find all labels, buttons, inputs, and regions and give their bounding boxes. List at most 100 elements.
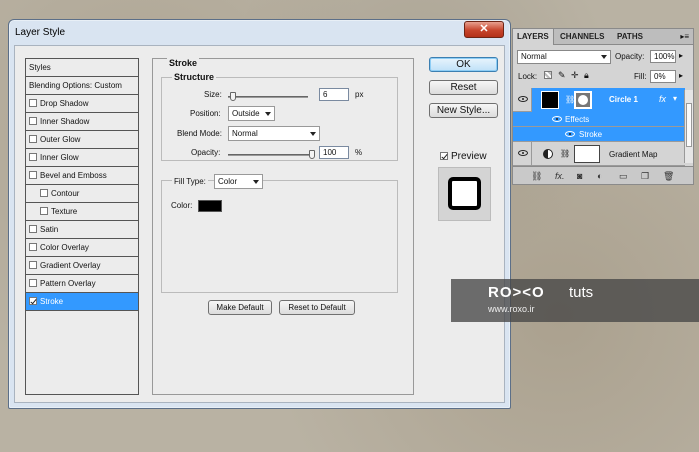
ok-button[interactable]: OK bbox=[429, 57, 498, 72]
tab-channels[interactable]: CHANNELS bbox=[556, 29, 608, 45]
style-checkbox[interactable] bbox=[29, 225, 37, 233]
style-item-pattern-overlay[interactable]: Pattern Overlay bbox=[26, 275, 138, 293]
new-group-icon[interactable]: ▭ bbox=[619, 171, 628, 182]
lock-all-icon[interactable]: 🔒︎ bbox=[584, 70, 589, 81]
make-default-button[interactable]: Make Default bbox=[208, 300, 272, 315]
lock-pixels-icon[interactable]: ✎ bbox=[558, 70, 566, 81]
chevron-down-icon bbox=[601, 55, 607, 59]
dialog-title: Layer Style bbox=[15, 27, 66, 38]
delete-layer-icon[interactable]: 🗑︎ bbox=[663, 171, 674, 182]
layer-blend-mode-select[interactable]: Normal bbox=[517, 50, 611, 64]
size-slider-track[interactable] bbox=[228, 96, 308, 98]
style-item-label: Stroke bbox=[40, 297, 64, 306]
tab-layers[interactable]: LAYERS bbox=[513, 29, 554, 45]
dialog-titlebar[interactable]: Layer Style ✕ bbox=[9, 20, 510, 44]
panel-menu-icon[interactable]: ▸≡ bbox=[680, 32, 689, 41]
lock-transparency-icon[interactable] bbox=[544, 71, 552, 79]
eye-icon[interactable] bbox=[518, 96, 528, 102]
blend-mode-select[interactable]: Normal bbox=[228, 126, 320, 141]
preview-checkbox-row[interactable]: Preview bbox=[440, 151, 487, 162]
style-item-bevel-and-emboss[interactable]: Bevel and Emboss bbox=[26, 167, 138, 185]
add-mask-icon[interactable]: ◙ bbox=[577, 171, 582, 181]
adjustment-layer-icon[interactable]: ◐ bbox=[597, 171, 602, 181]
blend-mode-value: Normal bbox=[232, 129, 258, 138]
tab-paths[interactable]: PATHS bbox=[613, 29, 647, 45]
layers-scrollbar[interactable] bbox=[684, 90, 693, 163]
reset-button[interactable]: Reset bbox=[429, 80, 498, 95]
add-style-icon[interactable]: fx. bbox=[555, 171, 565, 181]
position-label: Position: bbox=[190, 109, 221, 118]
circle-icon bbox=[578, 95, 588, 105]
lock-position-icon[interactable]: ✛ bbox=[571, 70, 579, 81]
chevron-right-icon[interactable]: ▸ bbox=[679, 71, 683, 80]
fill-type-select[interactable]: Color bbox=[214, 174, 263, 189]
style-checkbox[interactable] bbox=[29, 261, 37, 269]
style-checkbox[interactable] bbox=[29, 99, 37, 107]
style-item-drop-shadow[interactable]: Drop Shadow bbox=[26, 95, 138, 113]
scrollbar-thumb[interactable] bbox=[686, 103, 692, 147]
style-item-inner-glow[interactable]: Inner Glow bbox=[26, 149, 138, 167]
style-item-outer-glow[interactable]: Outer Glow bbox=[26, 131, 138, 149]
new-style-button[interactable]: New Style... bbox=[429, 103, 498, 118]
stroke-color-swatch[interactable] bbox=[198, 200, 222, 212]
style-item-label: Inner Shadow bbox=[40, 117, 90, 126]
style-item-blending-options-custom[interactable]: Blending Options: Custom bbox=[26, 77, 138, 95]
size-slider-thumb[interactable] bbox=[230, 92, 236, 101]
style-checkbox[interactable] bbox=[29, 153, 37, 161]
chevron-right-icon[interactable]: ▸ bbox=[679, 51, 683, 60]
eye-icon[interactable] bbox=[518, 150, 528, 156]
preview-checkbox[interactable] bbox=[440, 152, 448, 160]
style-checkbox[interactable] bbox=[29, 171, 37, 179]
style-checkbox[interactable] bbox=[29, 117, 37, 125]
style-item-contour[interactable]: Contour bbox=[26, 185, 138, 203]
opacity-input[interactable]: 100 bbox=[319, 146, 349, 159]
layer-circle-1[interactable]: ⛓ Circle 1 fx ▾ bbox=[513, 88, 685, 112]
style-item-stroke[interactable]: Stroke bbox=[26, 293, 138, 311]
style-checkbox[interactable] bbox=[40, 207, 48, 215]
chevron-down-icon bbox=[253, 180, 259, 184]
fill-type-label: Fill Type: bbox=[172, 177, 208, 186]
close-button[interactable]: ✕ bbox=[464, 21, 504, 38]
layer-style-dialog: Layer Style ✕ Styles Blending Options: Cu… bbox=[8, 19, 511, 409]
fill-input[interactable]: 0% bbox=[650, 70, 676, 83]
opacity-slider-track[interactable] bbox=[228, 154, 312, 156]
opacity-slider-thumb[interactable] bbox=[309, 150, 315, 159]
chevron-down-icon[interactable]: ▾ bbox=[673, 94, 677, 103]
layer-gradient-map[interactable]: ⛓ Gradient Map bbox=[513, 142, 685, 166]
fx-icon[interactable]: fx bbox=[659, 94, 666, 104]
chevron-down-icon bbox=[265, 112, 271, 116]
layers-panel: LAYERS CHANNELS PATHS ▸≡ Normal Opacity:… bbox=[512, 28, 694, 185]
style-checkbox[interactable] bbox=[29, 297, 37, 305]
size-input[interactable]: 6 bbox=[319, 88, 349, 101]
link-layers-icon[interactable]: ⛓ bbox=[531, 171, 542, 182]
style-item-label: Outer Glow bbox=[40, 135, 81, 144]
layer-blend-mode-value: Normal bbox=[521, 52, 547, 61]
position-select[interactable]: Outside bbox=[228, 106, 275, 121]
lock-label: Lock: bbox=[518, 72, 538, 81]
style-item-inner-shadow[interactable]: Inner Shadow bbox=[26, 113, 138, 131]
style-checkbox[interactable] bbox=[29, 135, 37, 143]
layer-opacity-input[interactable]: 100% bbox=[650, 50, 676, 63]
style-item-satin[interactable]: Satin bbox=[26, 221, 138, 239]
eye-icon[interactable] bbox=[552, 116, 562, 122]
style-item-styles[interactable]: Styles bbox=[26, 59, 138, 77]
style-checkbox[interactable] bbox=[40, 189, 48, 197]
style-item-label: Styles bbox=[29, 63, 51, 72]
panel-tabs: LAYERS CHANNELS PATHS ▸≡ bbox=[513, 29, 693, 45]
style-item-label: Blending Options: Custom bbox=[29, 81, 122, 90]
style-item-label: Inner Glow bbox=[40, 153, 79, 162]
blend-mode-label: Blend Mode: bbox=[177, 129, 222, 138]
eye-icon[interactable] bbox=[565, 131, 575, 137]
style-item-texture[interactable]: Texture bbox=[26, 203, 138, 221]
style-item-gradient-overlay[interactable]: Gradient Overlay bbox=[26, 257, 138, 275]
stroke-panel: Stroke Structure Size: 6 px Position: Ou… bbox=[152, 58, 414, 395]
style-item-color-overlay[interactable]: Color Overlay bbox=[26, 239, 138, 257]
new-layer-icon[interactable]: ❐ bbox=[641, 171, 649, 182]
style-item-label: Satin bbox=[40, 225, 59, 234]
style-checkbox[interactable] bbox=[29, 243, 37, 251]
layer-stroke-effect-row[interactable]: Stroke bbox=[513, 127, 685, 142]
style-checkbox[interactable] bbox=[29, 279, 37, 287]
layer-effects-row[interactable]: Effects bbox=[513, 112, 685, 127]
reset-to-default-button[interactable]: Reset to Default bbox=[279, 300, 355, 315]
style-item-label: Bevel and Emboss bbox=[40, 171, 107, 180]
